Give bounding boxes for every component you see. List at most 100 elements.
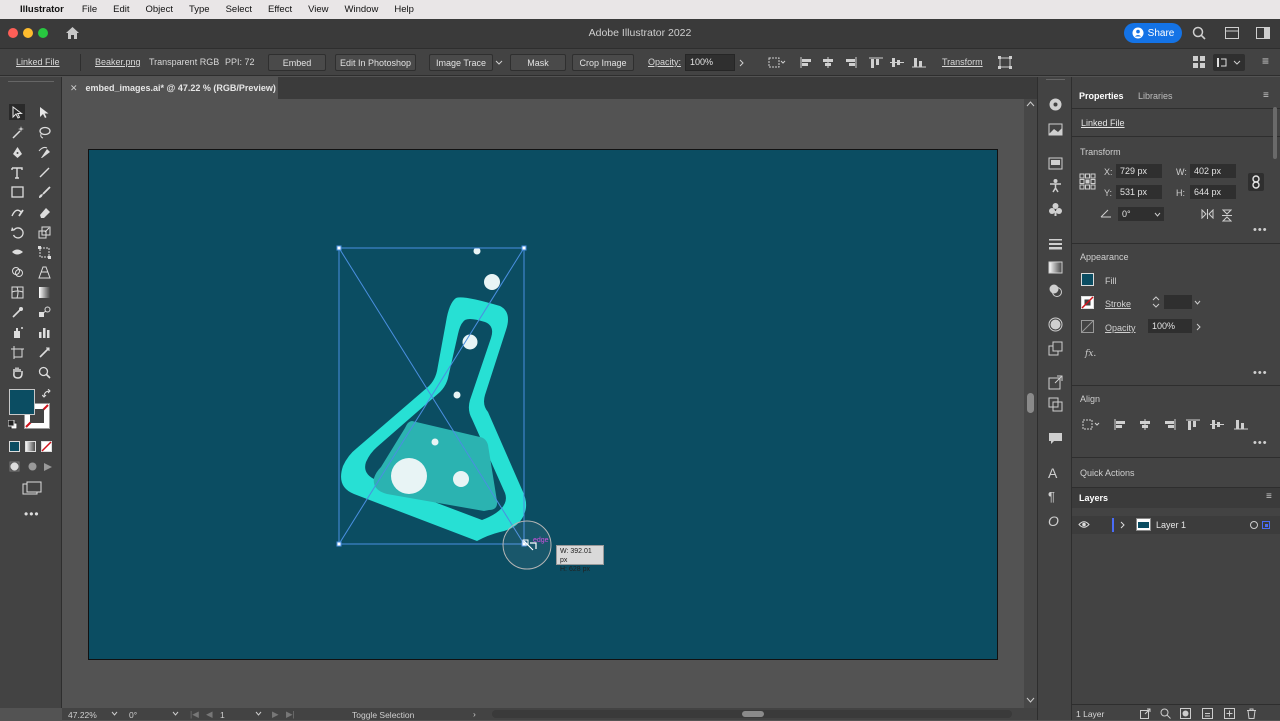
chevron-down-icon[interactable] [255,711,262,716]
comments-panel-icon[interactable] [1048,431,1063,446]
rotation-field[interactable]: 0° [129,710,137,720]
chevron-right-icon[interactable] [1196,323,1201,331]
y-position-input[interactable]: 531 px [1116,185,1162,199]
divider [1072,108,1280,109]
symbols-panel-icon[interactable] [1048,202,1063,217]
layer-selected-indicator[interactable] [1262,521,1270,529]
linked-file-heading[interactable]: Linked File [1081,118,1125,128]
chevron-down-icon[interactable] [111,711,118,716]
locate-object-icon[interactable] [1160,708,1171,719]
vertical-scroll-thumb[interactable] [1027,393,1034,413]
flip-vertical-icon[interactable] [1222,209,1232,222]
fx-effects-button[interactable]: fx. [1085,349,1096,359]
fill-color-swatch[interactable] [1081,273,1094,286]
divider [1072,385,1280,386]
scroll-up-icon[interactable] [1026,101,1035,107]
stroke-label[interactable]: Stroke [1105,299,1131,309]
rotate-angle-value: 0° [1122,209,1131,219]
layer-target-icon[interactable] [1250,521,1258,529]
opacity-label[interactable]: Opacity [1105,323,1136,333]
align-center-icon[interactable] [1138,419,1152,430]
image-panel-icon[interactable] [1048,156,1063,171]
transparency-panel-icon[interactable] [1048,283,1063,298]
vertical-scrollbar[interactable] [1024,99,1037,708]
export-panel-icon[interactable] [1048,375,1063,390]
first-artboard-icon[interactable]: |◀ [190,709,199,720]
scroll-down-icon[interactable] [1026,697,1035,703]
new-layer-icon[interactable] [1224,708,1235,719]
panel-menu-icon[interactable]: ≡ [1263,90,1269,101]
properties-panel-icon[interactable] [1048,97,1063,112]
paragraph-panel-icon[interactable]: ¶ [1048,489,1063,504]
stroke-weight-input[interactable] [1164,295,1192,309]
previous-artboard-icon[interactable]: ◀ [206,709,213,720]
fill-label: Fill [1105,276,1117,286]
layers-menu-icon[interactable]: ≡ [1266,491,1272,502]
stroke-color-swatch[interactable] [1081,296,1094,309]
divider [1072,136,1280,137]
divider [1072,457,1280,458]
divider [1072,243,1280,244]
character-panel-icon[interactable]: A [1048,465,1063,481]
status-menu-icon[interactable]: › [473,709,476,719]
graphic-styles-icon[interactable] [1048,341,1063,356]
chevron-down-icon[interactable] [172,711,179,716]
gradient-panel-icon[interactable] [1048,260,1063,275]
last-artboard-icon[interactable]: ▶| [286,709,295,720]
tooltip-width: W: 392.01 px [560,548,592,564]
chevron-down-icon[interactable] [1154,212,1161,217]
panel-icon-dock: A ¶ O [1037,77,1072,720]
horizontal-scrollbar[interactable] [492,710,1012,718]
stroke-panel-icon[interactable] [1048,236,1063,251]
tab-layers[interactable]: Layers [1079,493,1108,503]
delete-icon[interactable] [1246,708,1257,719]
tab-libraries[interactable]: Libraries [1138,91,1173,101]
tab-properties[interactable]: Properties [1079,91,1124,101]
align-heading: Align [1080,394,1101,404]
dock-grip[interactable] [1046,79,1065,82]
next-artboard-icon[interactable]: ▶ [272,709,279,720]
layer-name[interactable]: Layer 1 [1156,520,1186,530]
artboards-panel-icon[interactable] [1048,397,1063,412]
visibility-eye-icon[interactable] [1078,520,1090,529]
appearance-heading: Appearance [1080,252,1129,262]
new-sublayer-icon[interactable] [1202,708,1213,719]
opacity-input[interactable]: 100% [1148,319,1192,333]
reference-point-icon[interactable] [1079,173,1096,190]
panel-scrollbar[interactable] [1273,107,1277,159]
more-appearance-options-icon[interactable]: ••• [1253,367,1268,379]
zoom-level-field[interactable]: 47.22% [68,710,97,720]
stroke-weight-stepper-icon[interactable] [1152,295,1160,309]
clipping-mask-icon[interactable] [1180,708,1191,719]
chevron-right-icon[interactable] [1120,521,1125,529]
align-bottom-icon[interactable] [1234,419,1248,430]
height-input[interactable]: 644 px [1190,185,1236,199]
more-transform-options-icon[interactable]: ••• [1253,224,1268,236]
constrain-proportions-button[interactable] [1248,173,1264,191]
align-middle-icon[interactable] [1210,419,1224,430]
more-align-options-icon[interactable]: ••• [1253,437,1268,449]
align-to-selection-icon[interactable] [1082,418,1102,431]
quick-actions-heading: Quick Actions [1080,468,1135,478]
align-top-icon[interactable] [1186,419,1200,430]
status-bar: 47.22% 0° |◀ ◀ 1 ▶ ▶| Toggle Selection › [62,708,1037,720]
puppet-warp-icon[interactable] [1048,178,1063,193]
opacity-checker-icon [1081,320,1094,333]
horizontal-scroll-thumb[interactable] [742,711,764,717]
appearance-panel-icon[interactable] [1048,317,1063,332]
layer-row[interactable]: Layer 1 [1072,516,1280,534]
layer-thumbnail [1136,518,1151,531]
flip-horizontal-icon[interactable] [1201,209,1214,219]
align-left-icon[interactable] [1114,419,1128,430]
x-position-input[interactable]: 729 px [1116,164,1162,178]
status-text[interactable]: Toggle Selection [352,710,414,720]
layer-count: 1 Layer [1076,709,1105,719]
artboard-number-field[interactable]: 1 [220,710,225,720]
width-input[interactable]: 402 px [1190,164,1236,178]
chevron-down-icon[interactable] [1194,300,1201,305]
layers-tab-bar: Layers ≡ [1072,488,1280,508]
libraries-panel-icon[interactable] [1048,122,1063,137]
export-asset-icon[interactable] [1140,708,1151,719]
align-right-icon[interactable] [1162,419,1176,430]
opentype-panel-icon[interactable]: O [1048,513,1063,529]
